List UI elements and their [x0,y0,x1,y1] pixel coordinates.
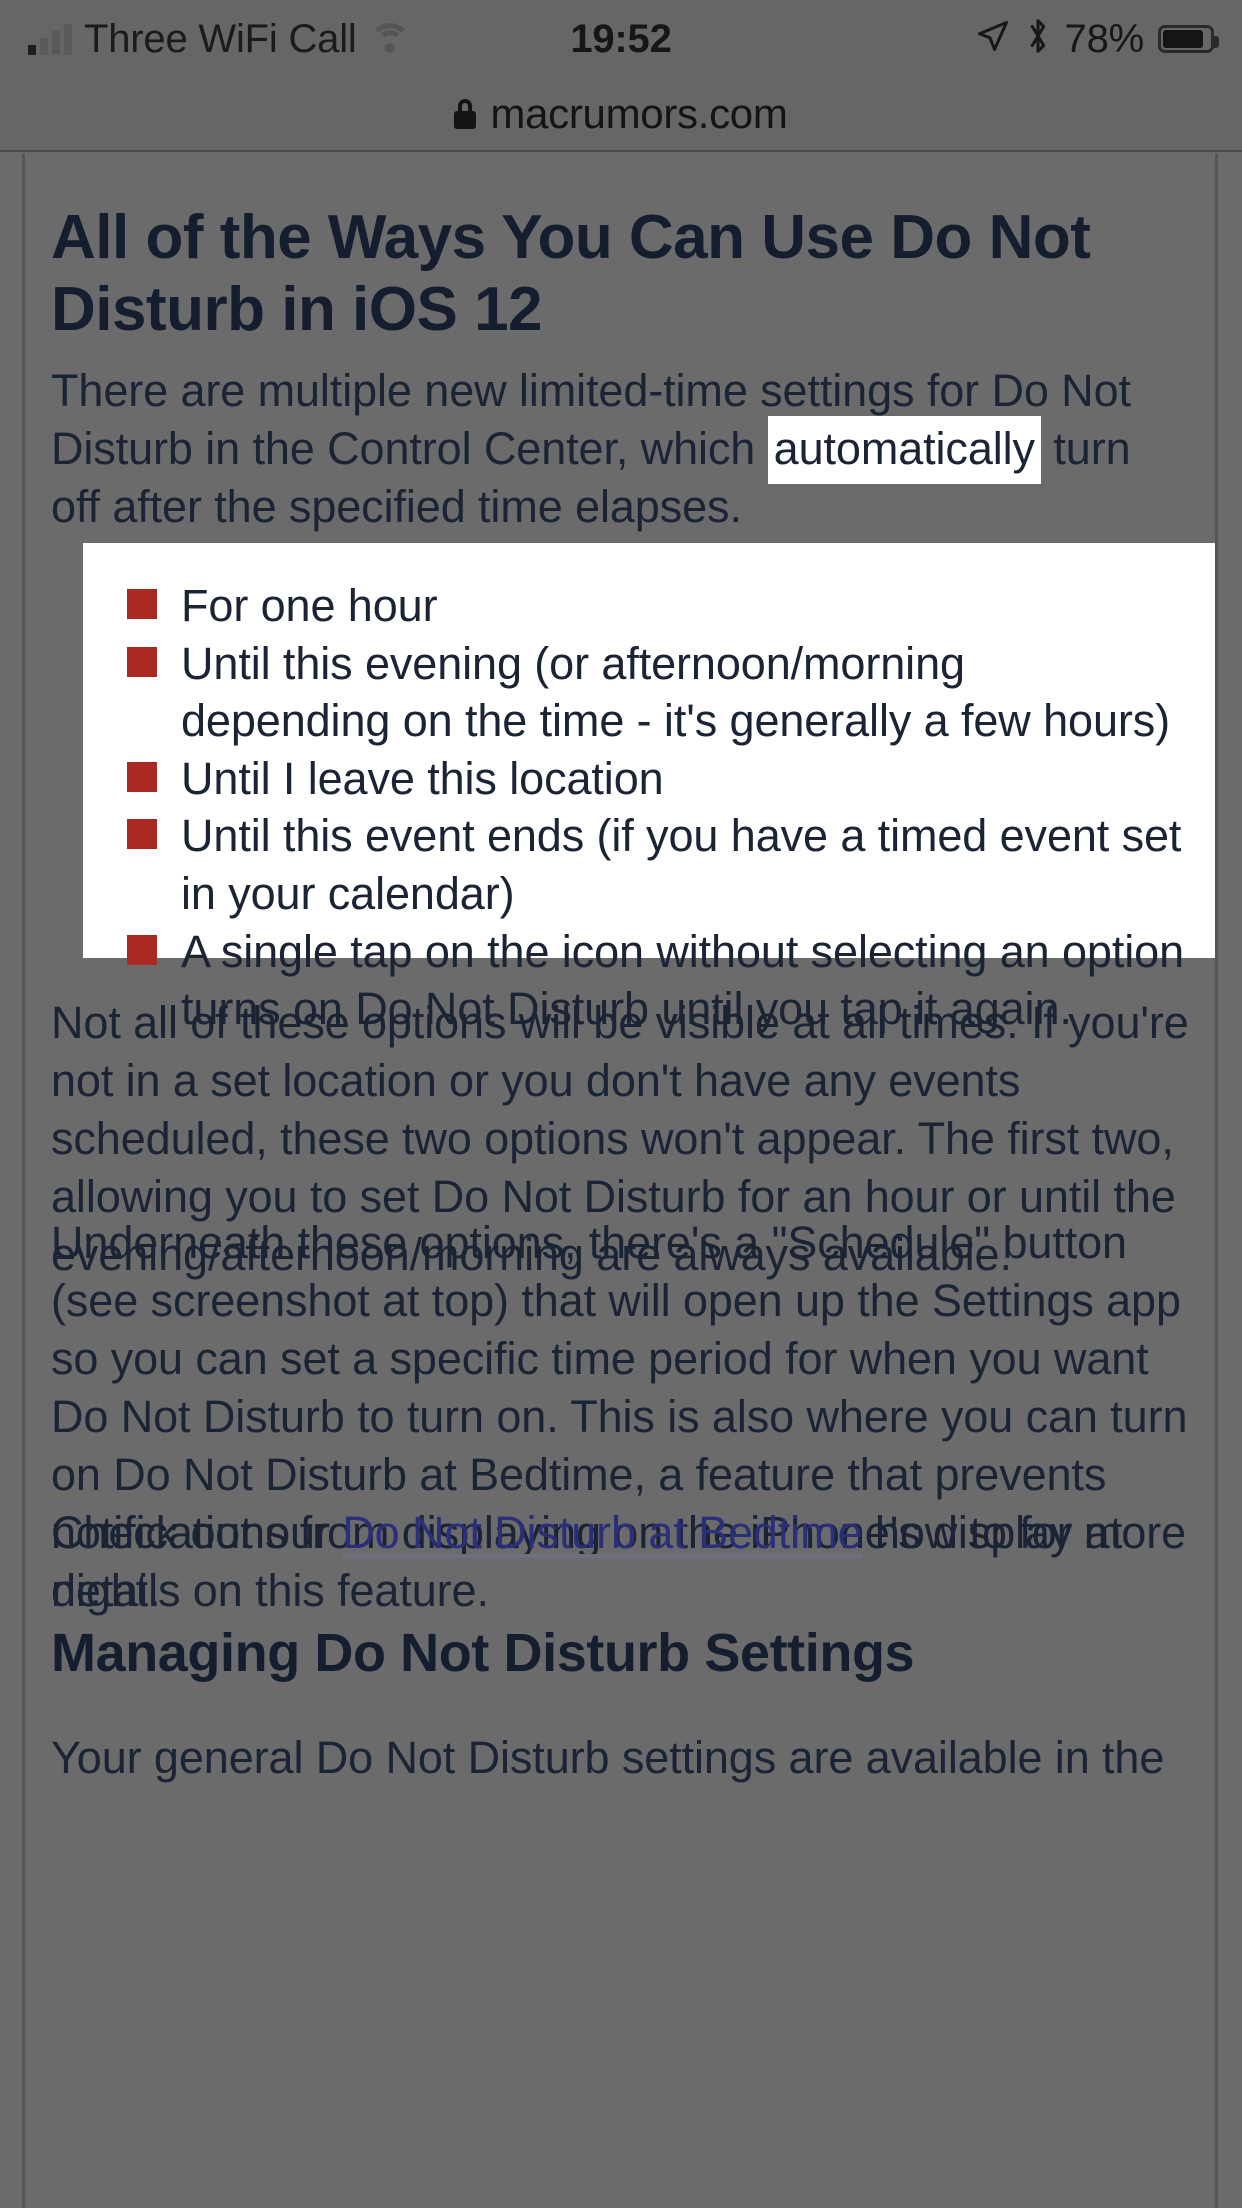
browser-url-bar[interactable]: macrumors.com [0,78,1242,152]
bullet-square-icon [127,589,157,619]
options-list-box: For one hour Until this evening (or afte… [83,543,1215,1034]
bullet-square-icon [127,819,157,850]
url-label: macrumors.com [490,90,788,137]
bullet-square-icon [127,761,157,792]
status-bar-right: 78% [975,16,1219,62]
section-heading: Managing Do Not Disturb Settings [51,1623,915,1683]
lock-icon [454,99,477,129]
paragraph-4-before: Check out our [51,1507,343,1558]
list-item-label: Until this event ends (if you have a tim… [181,810,1182,919]
status-bar: Three WiFi Call 19:52 78% [0,0,1242,78]
webpage-viewport[interactable]: All of the Ways You Can Use Do Not Distu… [0,154,1242,2208]
bedtime-link[interactable]: Do Not Disturb at Bedtime [342,1507,862,1558]
list-item: Until this event ends (if you have a tim… [123,807,1185,922]
bullet-square-icon [127,934,157,965]
bullet-square-icon [127,646,157,677]
list-item-label: Until this evening (or afternoon/morning… [181,637,1171,747]
signal-bars-icon [28,23,72,55]
highlighted-word[interactable]: automatically [767,416,1041,485]
bluetooth-icon [1025,17,1051,62]
carrier-label: Three WiFi Call [84,16,357,61]
list-item-label: Until I leave this location [181,752,664,804]
list-item: Until I leave this location [123,750,1185,808]
paragraph-5: Your general Do Not Disturb settings are… [51,1732,1165,1783]
list-item-label: For one hour [181,580,438,631]
wifi-icon [368,23,411,55]
battery-icon [1158,25,1219,53]
paragraph-4: Check out our Do Not Disturb at Bedtime … [51,1504,1191,1620]
status-bar-left: Three WiFi Call [28,17,411,62]
battery-percent-label: 78% [1064,16,1145,61]
options-list: For one hour Until this evening (or afte… [83,543,1215,1058]
intro-paragraph: There are multiple new limited-time sett… [51,362,1151,536]
list-item: Until this evening (or afternoon/morning… [123,635,1185,750]
page-title: All of the Ways You Can Use Do Not Distu… [51,203,1091,344]
list-item: For one hour [123,577,1185,635]
article-content-column: All of the Ways You Can Use Do Not Distu… [22,154,1218,2208]
location-arrow-icon [975,18,1011,61]
